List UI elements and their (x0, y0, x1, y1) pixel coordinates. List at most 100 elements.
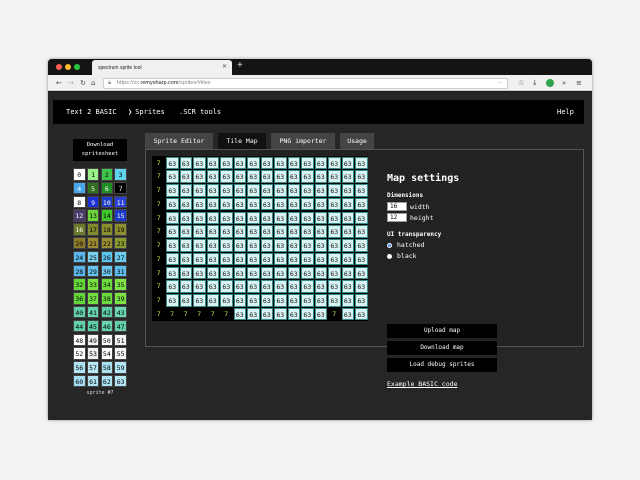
palette-sprite[interactable]: 17 (86, 223, 100, 236)
tile-cell[interactable]: 7 (152, 239, 165, 252)
palette-sprite[interactable]: 41 (86, 305, 100, 319)
tile-cell[interactable]: 63 (287, 184, 300, 197)
tile-cell[interactable]: 63 (247, 184, 260, 197)
tile-cell[interactable]: 63 (206, 156, 219, 169)
tile-cell[interactable]: 63 (274, 280, 287, 293)
tile-cell[interactable]: 63 (166, 184, 179, 197)
palette-sprite[interactable]: 59 (114, 361, 127, 374)
tile-cell[interactable]: 63 (193, 266, 206, 279)
tile-cell[interactable]: 63 (260, 294, 273, 307)
palette-sprite[interactable]: 58 (100, 361, 114, 374)
palette-sprite[interactable]: 0 (73, 168, 86, 181)
tile-cell[interactable]: 63 (314, 211, 327, 224)
tile-cell[interactable]: 63 (166, 225, 179, 238)
palette-sprite[interactable]: 9 (86, 195, 100, 209)
palette-sprite[interactable]: 13 (86, 209, 100, 222)
download-icon[interactable]: ↓ (532, 78, 538, 88)
palette-sprite[interactable]: 29 (86, 264, 100, 278)
tile-cell[interactable]: 63 (233, 294, 246, 307)
tile-map-grid[interactable]: 7 63 63 63 63 63 63 63 63 63 63 63 63 63 63 63 7 63 63 63 63… (152, 156, 368, 321)
tile-cell[interactable]: 63 (314, 197, 327, 211)
palette-sprite[interactable]: 4 (73, 181, 86, 195)
minimize-window-icon[interactable] (65, 64, 71, 70)
tile-cell[interactable]: 63 (314, 184, 327, 197)
palette-sprite[interactable]: 42 (100, 305, 114, 319)
tile-cell[interactable]: 63 (341, 252, 354, 266)
address-bar[interactable]: 🔒︎ https://zx.remysharp.com/sprites/#til… (103, 78, 508, 89)
tile-cell[interactable]: 7 (152, 170, 165, 183)
tile-cell[interactable]: 63 (274, 211, 287, 224)
palette-sprite[interactable]: 10 (100, 195, 114, 209)
width-input[interactable] (387, 202, 407, 211)
tile-cell[interactable]: 63 (355, 156, 368, 169)
tile-cell[interactable]: 63 (193, 252, 206, 266)
nav-sprites[interactable]: Sprites (128, 108, 165, 116)
tile-cell[interactable]: 63 (220, 280, 233, 293)
tile-cell[interactable]: 63 (260, 211, 273, 224)
tile-cell[interactable]: 63 (179, 280, 192, 293)
tile-cell[interactable]: 63 (193, 211, 206, 224)
tile-cell[interactable]: 63 (274, 266, 287, 279)
tile-cell[interactable]: 63 (193, 239, 206, 252)
tile-cell[interactable]: 63 (166, 252, 179, 266)
palette-sprite[interactable]: 56 (73, 361, 86, 374)
tile-cell[interactable]: 63 (166, 170, 179, 183)
palette-sprite[interactable]: 23 (114, 236, 127, 250)
tile-cell[interactable]: 7 (152, 252, 165, 266)
tile-cell[interactable]: 63 (274, 252, 287, 266)
tile-cell[interactable]: 7 (152, 280, 165, 293)
tile-cell[interactable]: 63 (287, 156, 300, 169)
tile-cell[interactable]: 63 (301, 197, 314, 211)
tile-cell[interactable]: 63 (220, 252, 233, 266)
tile-cell[interactable]: 7 (152, 266, 165, 279)
tile-cell[interactable]: 63 (274, 197, 287, 211)
palette-sprite[interactable]: 5 (86, 181, 100, 195)
tile-cell[interactable]: 7 (152, 294, 165, 307)
palette-sprite[interactable]: 14 (100, 209, 114, 222)
palette-sprite[interactable]: 25 (86, 250, 100, 264)
tile-cell[interactable]: 63 (179, 211, 192, 224)
tile-cell[interactable]: 63 (287, 266, 300, 279)
tile-cell[interactable]: 7 (152, 211, 165, 224)
download-spritesheet-button[interactable]: Download spritesheet (73, 139, 127, 161)
tile-cell[interactable]: 63 (355, 280, 368, 293)
tile-cell[interactable]: 63 (301, 266, 314, 279)
palette-sprite[interactable]: 1 (86, 168, 100, 181)
back-icon[interactable]: ← (56, 78, 62, 88)
tab-sprite-editor[interactable]: Sprite Editor (145, 133, 213, 150)
tile-cell[interactable]: 63 (341, 266, 354, 279)
tile-cell[interactable]: 63 (274, 184, 287, 197)
tile-cell[interactable]: 63 (220, 156, 233, 169)
tile-cell[interactable]: 63 (260, 184, 273, 197)
radio-hatched[interactable]: hatched (387, 241, 459, 249)
tile-cell[interactable]: 7 (152, 184, 165, 197)
tile-cell[interactable]: 63 (166, 156, 179, 169)
tile-cell[interactable]: 63 (301, 294, 314, 307)
tile-cell[interactable]: 63 (341, 197, 354, 211)
palette-sprite[interactable]: 30 (100, 264, 114, 278)
tile-cell[interactable]: 63 (287, 225, 300, 238)
tile-cell[interactable]: 63 (260, 197, 273, 211)
home-icon[interactable]: ⌂ (91, 78, 95, 88)
tile-cell[interactable]: 63 (247, 225, 260, 238)
tile-cell[interactable]: 63 (233, 170, 246, 183)
tile-cell[interactable]: 63 (260, 225, 273, 238)
palette-sprite[interactable]: 7 (114, 181, 127, 195)
tile-cell[interactable]: 63 (314, 266, 327, 279)
tile-cell[interactable]: 63 (206, 170, 219, 183)
tile-cell[interactable]: 63 (355, 266, 368, 279)
tile-cell[interactable]: 63 (274, 239, 287, 252)
tile-cell[interactable]: 63 (287, 170, 300, 183)
tile-cell[interactable]: 63 (328, 184, 341, 197)
radio-hatched-dot[interactable] (387, 242, 392, 248)
palette-sprite[interactable]: 40 (73, 305, 86, 319)
tab-png-importer[interactable]: PNG importer (271, 133, 335, 150)
tile-cell[interactable]: 7 (152, 307, 165, 321)
tile-cell[interactable]: 63 (220, 225, 233, 238)
tile-cell[interactable]: 63 (233, 252, 246, 266)
palette-sprite[interactable]: 16 (73, 223, 86, 236)
tile-cell[interactable]: 63 (220, 211, 233, 224)
tile-cell[interactable]: 7 (206, 307, 219, 321)
tile-cell[interactable]: 63 (355, 225, 368, 238)
tile-cell[interactable]: 63 (233, 225, 246, 238)
